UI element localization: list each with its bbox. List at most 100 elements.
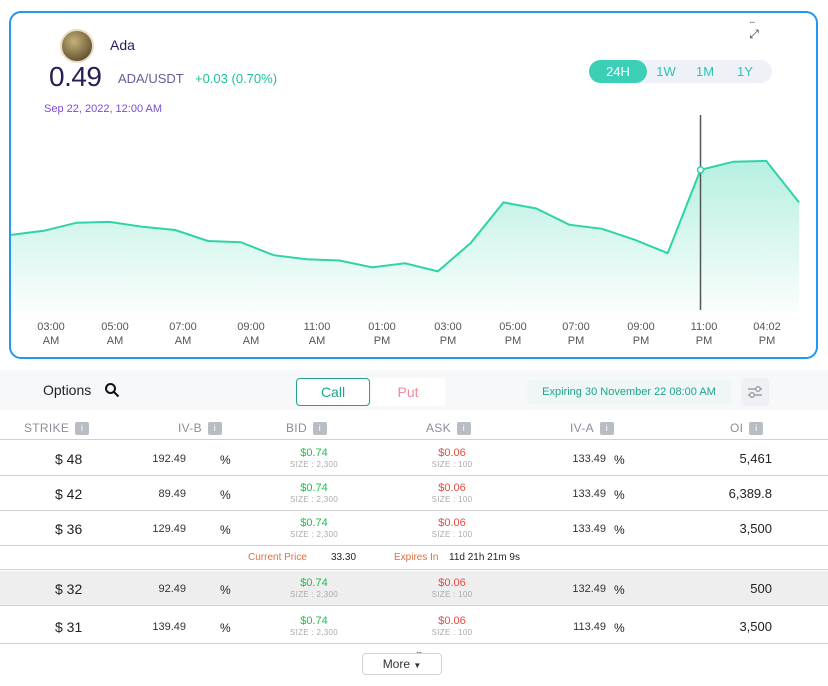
table-row[interactable]: $ 48 192.49 % $0.74 SIZE : 2,300 $0.06 SIZ… <box>0 441 828 476</box>
iv-b-value: 192.49 <box>152 453 186 465</box>
x-tick-meridiem: AM <box>309 335 326 347</box>
iv-a-value: 133.49 <box>572 453 606 465</box>
header-strike: STRIKE i <box>24 421 90 435</box>
iv-b-value: 139.49 <box>152 621 186 633</box>
percent-sign: % <box>614 621 625 635</box>
x-tick-label: 04:02 <box>753 321 781 333</box>
hover-point <box>696 166 705 174</box>
x-tick-meridiem: AM <box>43 335 60 347</box>
info-icon[interactable]: i <box>599 422 614 435</box>
filter-settings-icon[interactable] <box>741 378 769 406</box>
x-tick-label: 03:00 <box>434 321 462 333</box>
x-tick-meridiem: PM <box>374 335 391 347</box>
x-tick-label: 09:00 <box>627 321 655 333</box>
strike-price: $ 31 <box>55 619 83 635</box>
x-tick-meridiem: PM <box>440 335 457 347</box>
x-tick-meridiem: AM <box>107 335 124 347</box>
percent-sign: % <box>614 488 625 502</box>
open-interest: 6,389.8 <box>728 486 772 501</box>
open-interest: 5,461 <box>739 451 772 466</box>
ask-cell[interactable]: $0.06 SIZE : 100 <box>425 482 479 504</box>
header-iv-a: IV-A i <box>570 421 614 435</box>
expires-in-value: 11d 21h 21m 9s <box>449 552 520 563</box>
table-row[interactable]: $ 36 129.49 % $0.74 SIZE : 2,300 $0.06 SIZ… <box>0 511 828 546</box>
options-title: Options <box>43 382 92 398</box>
header-bid: BID i <box>286 421 327 435</box>
table-row[interactable]: $ 31 139.49 % $0.74 SIZE : 2,300 $0.06 SIZ… <box>0 609 828 644</box>
info-icon[interactable]: i <box>75 422 90 435</box>
x-tick-meridiem: PM <box>759 335 776 347</box>
price-area-chart[interactable]: 03:00 AM 05:00 AM 07:00 AM 09:00 AM 11:00 AM 01:00… <box>11 13 816 357</box>
search-icon[interactable] <box>104 382 120 398</box>
x-tick-label: 05:00 <box>499 321 527 333</box>
x-tick-meridiem: PM <box>505 335 522 347</box>
call-tab-button[interactable]: Call <box>296 378 370 406</box>
strike-price: $ 32 <box>55 581 83 597</box>
info-icon[interactable]: i <box>456 422 471 435</box>
expiry-selector[interactable]: Expiring 30 November 22 08:00 AM <box>527 380 731 404</box>
info-icon[interactable]: i <box>207 422 222 435</box>
current-price-label: Current Price <box>248 552 307 563</box>
open-interest: 500 <box>750 581 772 596</box>
x-tick-meridiem: PM <box>696 335 713 347</box>
iv-b-value: 129.49 <box>152 523 186 535</box>
iv-b-value: 92.49 <box>158 583 186 595</box>
bid-cell[interactable]: $0.74 SIZE : 2,300 <box>287 517 341 539</box>
percent-sign: % <box>614 583 625 597</box>
x-tick-label: 09:00 <box>237 321 265 333</box>
options-toolbar: Options Call Put Expiring 30 November 22… <box>0 370 828 410</box>
percent-sign: % <box>220 453 231 467</box>
percent-sign: % <box>220 621 231 635</box>
put-tab-button[interactable]: Put <box>371 378 445 406</box>
x-tick-label: 05:00 <box>101 321 129 333</box>
table-row[interactable]: $ 42 89.49 % $0.74 SIZE : 2,300 $0.06 SIZE… <box>0 476 828 511</box>
open-interest: 3,500 <box>739 619 772 634</box>
ask-cell[interactable]: $0.06 SIZE : 100 <box>425 447 479 469</box>
x-tick-meridiem: PM <box>633 335 650 347</box>
current-price-value: 33.30 <box>331 552 357 563</box>
percent-sign: % <box>220 523 231 537</box>
x-tick-label: 07:00 <box>562 321 590 333</box>
percent-sign: % <box>614 453 625 467</box>
x-tick-label: 11:00 <box>304 321 331 333</box>
ask-cell[interactable]: $0.06 SIZE : 100 <box>425 517 479 539</box>
x-tick-label: 03:00 <box>37 321 65 333</box>
x-tick-meridiem: PM <box>568 335 585 347</box>
price-area-fill <box>11 160 799 313</box>
header-ask: ASK i <box>426 421 471 435</box>
strike-price: $ 48 <box>55 451 83 467</box>
info-icon[interactable]: i <box>312 422 327 435</box>
percent-sign: % <box>220 488 231 502</box>
open-interest: 3,500 <box>739 521 772 536</box>
bid-cell[interactable]: $0.74 SIZE : 2,300 <box>287 482 341 504</box>
x-tick-meridiem: AM <box>243 335 260 347</box>
strike-price: $ 36 <box>55 521 83 537</box>
more-button[interactable]: More ▼ <box>362 653 442 675</box>
iv-a-value: 132.49 <box>572 583 606 595</box>
price-chart-card: Ada 0.49 ADA/USDT +0.03 (0.70%) Sep 22, … <box>9 11 818 359</box>
iv-a-value: 133.49 <box>572 488 606 500</box>
iv-b-value: 89.49 <box>158 488 186 500</box>
bid-cell[interactable]: $0.74 SIZE : 2,300 <box>287 447 341 469</box>
table-row[interactable]: $ 32 92.49 % $0.74 SIZE : 2,300 $0.06 SIZE… <box>0 571 828 606</box>
bid-cell[interactable]: $0.74 SIZE : 2,300 <box>287 577 341 599</box>
percent-sign: % <box>614 523 625 537</box>
ask-cell[interactable]: $0.06 SIZE : 100 <box>425 615 479 637</box>
options-table-header: STRIKE i IV-B i BID i ASK i IV-A i OI i <box>0 418 828 440</box>
chevron-down-icon: ▼ <box>413 661 422 670</box>
current-price-row: Current Price 33.30 Expires In 11d 21h 2… <box>0 546 828 570</box>
x-tick-label: 01:00 <box>368 321 396 333</box>
x-tick-meridiem: AM <box>175 335 192 347</box>
iv-a-value: 113.49 <box>573 621 606 633</box>
bid-cell[interactable]: $0.74 SIZE : 2,300 <box>287 615 341 637</box>
strike-price: $ 42 <box>55 486 83 502</box>
ask-cell[interactable]: $0.06 SIZE : 100 <box>425 577 479 599</box>
x-tick-label: 07:00 <box>169 321 197 333</box>
info-icon[interactable]: i <box>749 422 764 435</box>
expires-in-label: Expires In <box>394 552 439 563</box>
header-oi: OI i <box>730 421 764 435</box>
iv-a-value: 133.49 <box>572 523 606 535</box>
percent-sign: % <box>220 583 231 597</box>
header-iv-b: IV-B i <box>178 421 222 435</box>
x-tick-label: 11:00 <box>691 321 718 333</box>
